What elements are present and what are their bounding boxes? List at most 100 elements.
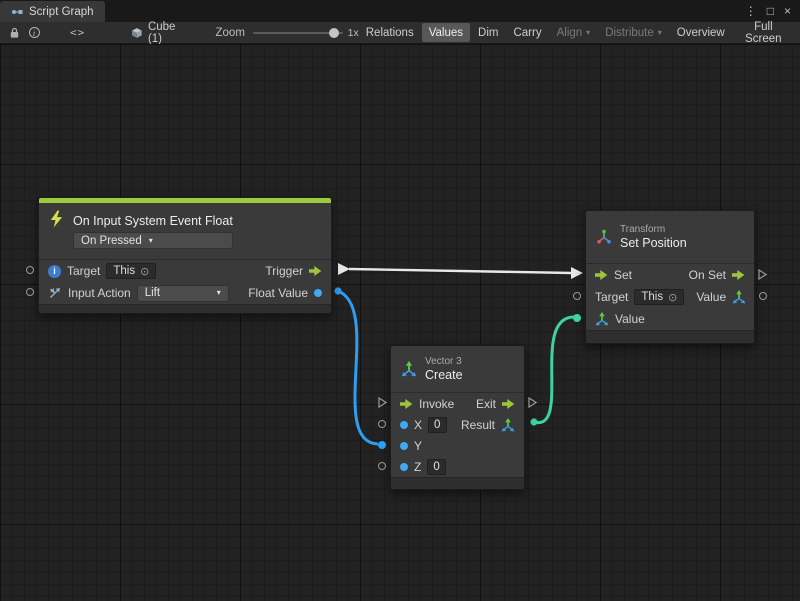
window-controls: ⋮ □ × [736, 0, 800, 22]
exit-port-label: Exit [476, 397, 496, 411]
overview-button[interactable]: Overview [670, 23, 732, 42]
node-title: On Input System Event Float [73, 214, 233, 228]
x-port[interactable] [400, 421, 408, 429]
node-vector3-create[interactable]: Vector 3 Create Invoke Exit X 0 Res [390, 345, 525, 490]
node-transform-set-position[interactable]: Transform Set Position Set On Set Target… [585, 210, 755, 344]
on-set-output-port[interactable] [758, 269, 767, 280]
node-subtitle: Transform [620, 224, 687, 236]
flow-wire-end-arrow [571, 267, 583, 279]
caret-down-icon: ▾ [149, 237, 153, 245]
value-port-row: Value [586, 308, 754, 330]
z-input-port[interactable] [378, 462, 386, 470]
trigger-port-label: Trigger [265, 264, 303, 278]
zoom-value: 1x [348, 27, 359, 39]
target-object-field[interactable]: This ⊙ [634, 289, 684, 305]
z-port-label: Z [414, 460, 421, 474]
flow-arrow-icon[interactable] [502, 399, 515, 409]
target-object-field[interactable]: This ⊙ [106, 263, 156, 279]
node-subtitle: Vector 3 [425, 356, 463, 368]
lock-icon[interactable] [4, 23, 24, 43]
graph-target-label: Cube (1) [148, 21, 192, 45]
zoom-slider-handle[interactable] [329, 28, 339, 38]
input-action-value: Lift [145, 287, 160, 299]
node-on-input-system-event-float[interactable]: On Input System Event Float On Pressed ▾… [38, 197, 332, 314]
script-graph-window: Script Graph ⋮ □ × i <> Cube (1) [0, 0, 800, 601]
event-mode-dropdown[interactable]: On Pressed ▾ [73, 232, 233, 249]
set-port-label: Set [614, 268, 632, 282]
input-action-port-row: Input Action Lift ▾ Float Value [39, 282, 331, 304]
target-port-label: Target [595, 290, 628, 304]
float-wire-start-dot [334, 287, 341, 294]
input-action-label: Input Action [68, 286, 131, 300]
vector-node-header[interactable]: Vector 3 Create [391, 346, 524, 392]
full-screen-button[interactable]: Full Screen [733, 23, 794, 42]
vector3-value-icon[interactable] [732, 290, 746, 304]
code-icon[interactable]: <> [70, 26, 85, 39]
transform-node-ports: Set On Set Target This ⊙ Value [586, 263, 754, 330]
y-input-port-connected[interactable] [378, 441, 386, 449]
flow-arrow-icon[interactable] [732, 270, 745, 280]
info-icon[interactable]: i [24, 23, 44, 43]
transform-target-input-port[interactable] [573, 292, 581, 300]
y-port-row: Y [391, 435, 524, 456]
value-output-port[interactable] [759, 292, 767, 300]
script-graph-icon [11, 6, 23, 18]
y-port[interactable] [400, 442, 408, 450]
object-picker-icon: ⊙ [140, 265, 149, 278]
x-port-label: X [414, 418, 422, 432]
carry-label: Carry [513, 27, 541, 39]
input-action-dropdown[interactable]: Lift ▾ [137, 285, 229, 302]
set-port-row: Set On Set [586, 264, 754, 286]
zoom-slider[interactable] [253, 27, 343, 39]
distribute-dropdown[interactable]: Distribute ▾ [598, 23, 669, 42]
align-dropdown[interactable]: Align ▾ [550, 23, 598, 42]
graph-toolbar: i <> Cube (1) Zoom 1x Relations Values D… [0, 22, 800, 44]
flow-arrow-icon[interactable] [400, 399, 413, 409]
flow-wire [349, 269, 572, 273]
invoke-input-port[interactable] [378, 397, 387, 408]
cube-icon [131, 27, 143, 39]
transform-node-header[interactable]: Transform Set Position [586, 211, 754, 263]
zoom-label: Zoom [216, 27, 245, 39]
graph-target[interactable]: Cube (1) [131, 21, 191, 45]
node-title: Create [425, 368, 463, 383]
flow-port-triangle [378, 397, 387, 408]
values-button[interactable]: Values [422, 23, 470, 42]
result-port-label: Result [461, 418, 495, 432]
window-maximize-button[interactable]: □ [767, 5, 774, 17]
node-footer [391, 477, 524, 489]
event-target-input-port[interactable] [26, 266, 34, 274]
window-menu-button[interactable]: ⋮ [745, 5, 757, 17]
z-port-row: Z 0 [391, 456, 524, 477]
window-close-button[interactable]: × [784, 5, 791, 17]
caret-down-icon: ▾ [586, 29, 590, 37]
overview-label: Overview [677, 27, 725, 39]
target-object-value: This [641, 291, 663, 303]
target-object-value: This [113, 265, 135, 277]
z-value-field[interactable]: 0 [427, 459, 446, 475]
relations-label: Relations [366, 27, 414, 39]
vector3-result-icon[interactable] [501, 418, 515, 432]
graph-canvas[interactable]: On Input System Event Float On Pressed ▾… [0, 44, 800, 601]
carry-button[interactable]: Carry [506, 23, 548, 42]
toolbar-buttons: Relations Values Dim Carry Align ▾ Distr… [359, 23, 796, 42]
flow-port-triangle [758, 269, 767, 280]
value-input-port-connected[interactable] [573, 314, 581, 322]
flow-port-triangle [528, 397, 537, 408]
exit-output-port[interactable] [528, 397, 537, 408]
event-input-action-port[interactable] [26, 288, 34, 296]
relations-button[interactable]: Relations [359, 23, 421, 42]
caret-down-icon: ▾ [217, 289, 221, 297]
invoke-port-label: Invoke [419, 397, 454, 411]
tab-script-graph[interactable]: Script Graph [0, 1, 105, 22]
float-value-port[interactable] [314, 289, 322, 297]
z-port[interactable] [400, 463, 408, 471]
float-value-wire [338, 291, 378, 444]
x-input-port[interactable] [378, 420, 386, 428]
flow-arrow-icon[interactable] [595, 270, 608, 280]
x-value-field[interactable]: 0 [428, 417, 447, 433]
vector3-value-input-icon [595, 312, 609, 326]
event-node-header[interactable]: On Input System Event Float On Pressed ▾ [39, 203, 331, 259]
flow-arrow-icon[interactable] [309, 266, 322, 276]
dim-button[interactable]: Dim [471, 23, 505, 42]
